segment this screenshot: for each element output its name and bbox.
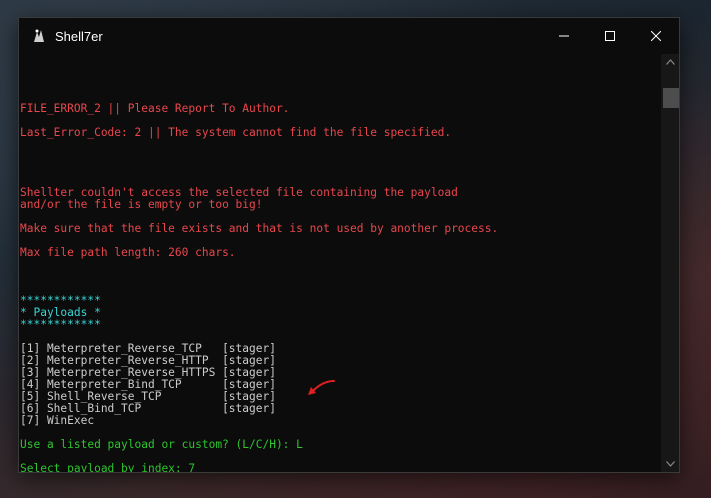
maximize-icon	[605, 31, 615, 41]
error-line: FILE_ERROR_2 || Please Report To Author.	[20, 102, 290, 115]
payload-type-prompt: Use a listed payload or custom? (L/C/H):…	[20, 438, 303, 451]
error-line: Make sure that the file exists and that …	[20, 222, 499, 235]
title-bar[interactable]: Shell7er	[19, 18, 679, 54]
console-window[interactable]: Shell7er FILE_ERROR_2 || Please Report T…	[18, 17, 680, 473]
maximize-button[interactable]	[587, 18, 633, 54]
payloads-banner-line: ************	[20, 318, 101, 331]
chevron-up-icon	[665, 59, 675, 65]
window-title: Shell7er	[55, 28, 103, 44]
error-line: and/or the file is empty or too big!	[20, 198, 263, 211]
payload-option: [7] WinExec	[20, 414, 95, 427]
error-line: Last_Error_Code: 2 || The system cannot …	[20, 126, 452, 139]
payload-index-prompt: Select payload by index: 7	[20, 462, 196, 473]
scroll-down-button[interactable]	[661, 456, 679, 472]
console-output[interactable]: FILE_ERROR_2 || Please Report To Author.…	[19, 54, 661, 472]
chevron-down-icon	[665, 461, 675, 467]
red-arrow-icon	[308, 380, 335, 395]
error-line: Max file path length: 260 chars.	[20, 246, 236, 259]
minimize-button[interactable]	[541, 18, 587, 54]
minimize-icon	[559, 35, 569, 37]
scroll-up-button[interactable]	[661, 54, 679, 70]
scrollbar-thumb[interactable]	[663, 88, 679, 108]
close-button[interactable]	[633, 18, 679, 54]
close-icon	[651, 31, 661, 41]
shellter-app-icon	[34, 29, 44, 42]
window-controls	[541, 18, 679, 54]
vertical-scrollbar[interactable]	[661, 54, 679, 472]
